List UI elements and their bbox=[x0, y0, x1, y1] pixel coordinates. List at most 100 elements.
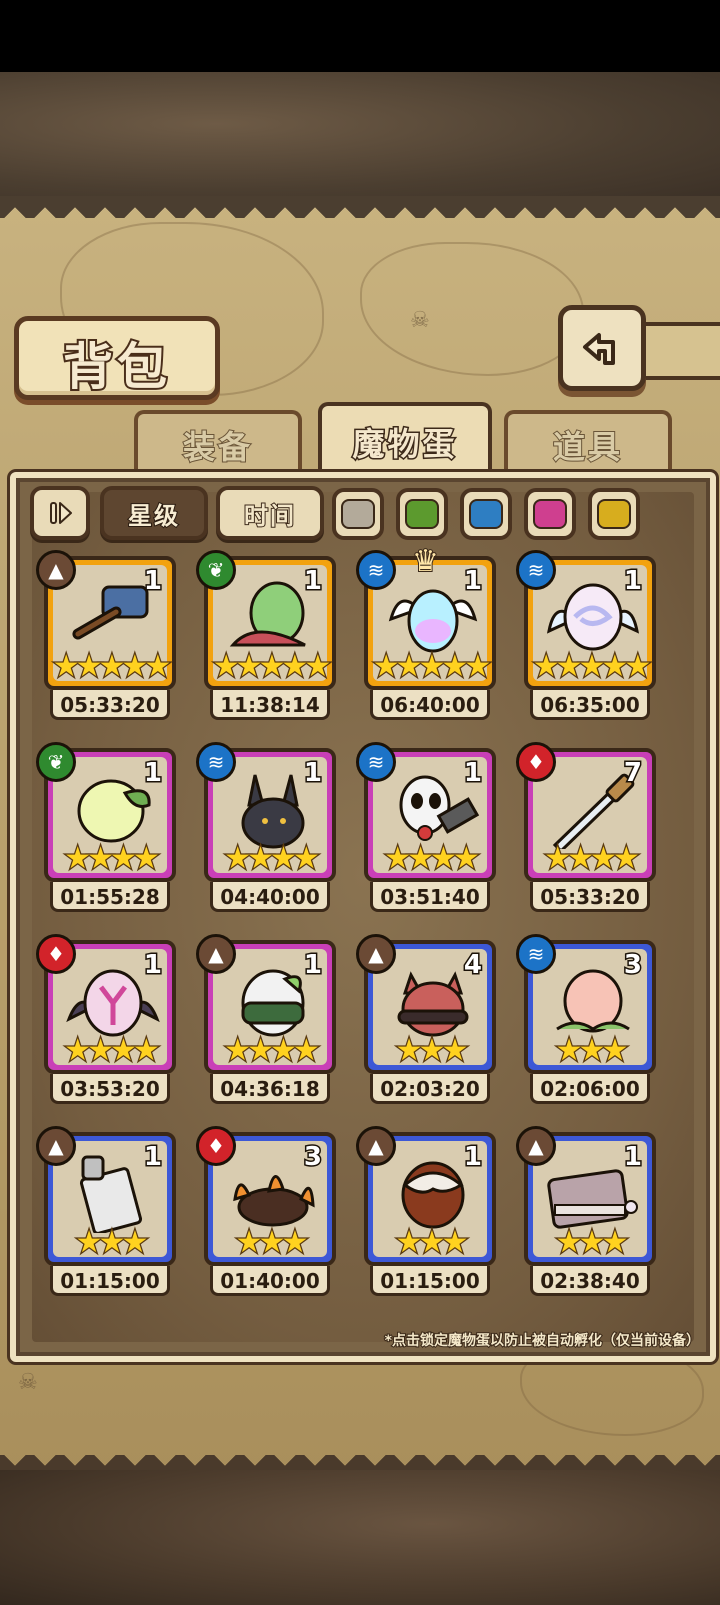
hatch-timer: 03:51:40 bbox=[370, 882, 490, 912]
skull-icon: ☠ bbox=[410, 308, 430, 333]
sort-by-star-label: 星级 bbox=[127, 501, 180, 531]
filter-swatch-3[interactable] bbox=[460, 488, 512, 540]
star-rating: ★★★ bbox=[394, 1225, 469, 1260]
hatch-timer: 05:33:20 bbox=[530, 882, 650, 912]
hatch-timer: 03:53:20 bbox=[50, 1074, 170, 1104]
hatch-timer: 06:35:00 bbox=[530, 690, 650, 720]
fire-element-icon: ♦ bbox=[516, 742, 556, 782]
earth-element-icon: ▲ bbox=[356, 934, 396, 974]
tab-equipment[interactable]: 装备 bbox=[134, 410, 302, 476]
tab-equipment-label: 装备 bbox=[182, 427, 253, 467]
star-rating: ★★★★★ bbox=[212, 649, 333, 684]
egg-card[interactable]: 1 ★★★ 01:15:00 ▲ bbox=[36, 1126, 176, 1302]
star-rating: ★★★★ bbox=[63, 841, 161, 876]
egg-card[interactable]: 4 ★★★ 02:03:20 ▲ bbox=[356, 934, 496, 1110]
hatch-timer: 04:40:00 bbox=[210, 882, 330, 912]
star-rating: ★★★ bbox=[74, 1225, 149, 1260]
earth-element-icon: ▲ bbox=[356, 1126, 396, 1166]
egg-count: 1 bbox=[462, 565, 483, 598]
header-bar bbox=[636, 322, 720, 380]
star-rating: ★★★★★ bbox=[532, 649, 653, 684]
egg-count: 1 bbox=[142, 949, 163, 982]
star-rating: ★★★ bbox=[554, 1033, 629, 1068]
star-rating: ★★★ bbox=[554, 1225, 629, 1260]
egg-card[interactable]: 1 ★★★★ 03:51:40 ≋ bbox=[356, 742, 496, 918]
egg-count: 1 bbox=[142, 1141, 163, 1174]
tab-items[interactable]: 道具 bbox=[504, 410, 672, 476]
tab-monster-eggs[interactable]: 魔物蛋 bbox=[318, 402, 492, 478]
star-rating: ★★★★★ bbox=[52, 649, 173, 684]
water-element-icon: ≋ bbox=[516, 934, 556, 974]
egg-card[interactable]: 1 ★★★★ 04:40:00 ≋ bbox=[196, 742, 336, 918]
egg-card[interactable]: 1 ★★★★ 01:55:28 ❦ bbox=[36, 742, 176, 918]
sort-by-time-label: 时间 bbox=[243, 501, 296, 531]
egg-count: 3 bbox=[622, 949, 643, 982]
hatch-timer: 05:33:20 bbox=[50, 690, 170, 720]
star-rating: ★★★★ bbox=[223, 841, 321, 876]
hatch-timer: 01:15:00 bbox=[370, 1266, 490, 1296]
filter-swatch-color bbox=[469, 499, 503, 529]
filter-swatch-color bbox=[533, 499, 567, 529]
hatch-timer: 11:38:14 bbox=[210, 690, 330, 720]
hatch-timer: 02:38:40 bbox=[530, 1266, 650, 1296]
filter-swatch-color bbox=[405, 499, 439, 529]
star-rating: ★★★ bbox=[394, 1033, 469, 1068]
background-top bbox=[0, 72, 720, 202]
egg-card[interactable]: 1 ★★★★★ 06:40:00 ≋ ♛ bbox=[356, 543, 496, 726]
filter-swatch-5[interactable] bbox=[588, 488, 640, 540]
filter-swatch-2[interactable] bbox=[396, 488, 448, 540]
egg-count: 1 bbox=[622, 565, 643, 598]
star-rating: ★★★★ bbox=[383, 841, 481, 876]
sort-by-time-button[interactable]: 时间 bbox=[216, 486, 324, 540]
egg-count: 1 bbox=[462, 1141, 483, 1174]
return-arrow-icon bbox=[583, 333, 615, 365]
egg-card[interactable]: 1 ★★★★★ 05:33:20 ▲ bbox=[36, 550, 176, 726]
sort-by-star-button[interactable]: 星级 bbox=[100, 486, 208, 540]
sort-toggle-icon bbox=[50, 502, 72, 524]
egg-count: 1 bbox=[302, 757, 323, 790]
torn-edge-top bbox=[0, 196, 720, 218]
egg-card[interactable]: 1 ★★★★★ 06:35:00 ≋ bbox=[516, 550, 656, 726]
filter-swatch-1[interactable] bbox=[332, 488, 384, 540]
fire-element-icon: ♦ bbox=[36, 934, 76, 974]
sort-order-button[interactable] bbox=[30, 486, 90, 540]
tab-items-label: 道具 bbox=[552, 427, 623, 467]
star-rating: ★★★★ bbox=[223, 1033, 321, 1068]
water-element-icon: ≋ bbox=[516, 550, 556, 590]
egg-card[interactable]: 1 ★★★ 02:38:40 ▲ bbox=[516, 1126, 656, 1302]
egg-count: 1 bbox=[142, 757, 163, 790]
egg-card[interactable]: 1 ★★★★ 03:53:20 ♦ bbox=[36, 934, 176, 1110]
lock-hint-note: *点击锁定魔物蛋以防止被自动孵化（仅当前设备） bbox=[384, 1332, 701, 1350]
hatch-timer: 02:03:20 bbox=[370, 1074, 490, 1104]
egg-count: 1 bbox=[302, 949, 323, 982]
egg-card[interactable]: 1 ★★★★★ 11:38:14 ❦ bbox=[196, 550, 336, 726]
egg-card[interactable]: 7 ★★★★ 05:33:20 ♦ bbox=[516, 742, 656, 918]
back-button[interactable] bbox=[558, 305, 646, 391]
egg-card[interactable]: 1 ★★★★ 04:36:18 ▲ bbox=[196, 934, 336, 1110]
crown-icon: ♛ bbox=[411, 543, 440, 580]
water-element-icon: ≋ bbox=[356, 742, 396, 782]
water-element-icon: ≋ bbox=[196, 742, 236, 782]
filter-swatch-color bbox=[597, 499, 631, 529]
egg-card[interactable]: 3 ★★★ 02:06:00 ≋ bbox=[516, 934, 656, 1110]
hatch-timer: 01:55:28 bbox=[50, 882, 170, 912]
nature-element-icon: ❦ bbox=[196, 550, 236, 590]
title-plate: 背包 bbox=[14, 316, 220, 400]
map-continent bbox=[360, 242, 584, 376]
egg-card[interactable]: 3 ★★★ 01:40:00 ♦ bbox=[196, 1126, 336, 1302]
nature-element-icon: ❦ bbox=[36, 742, 76, 782]
hatch-timer: 04:36:18 bbox=[210, 1074, 330, 1104]
filter-swatch-4[interactable] bbox=[524, 488, 576, 540]
earth-element-icon: ▲ bbox=[36, 550, 76, 590]
egg-count: 7 bbox=[622, 757, 643, 790]
egg-count: 1 bbox=[462, 757, 483, 790]
star-rating: ★★★★ bbox=[543, 841, 641, 876]
egg-card[interactable]: 1 ★★★ 01:15:00 ▲ bbox=[356, 1126, 496, 1302]
hatch-timer: 02:06:00 bbox=[530, 1074, 650, 1104]
background-bottom bbox=[0, 1470, 720, 1605]
status-bar bbox=[0, 0, 720, 72]
star-rating: ★★★★ bbox=[63, 1033, 161, 1068]
fire-element-icon: ♦ bbox=[196, 1126, 236, 1166]
egg-count: 1 bbox=[622, 1141, 643, 1174]
earth-element-icon: ▲ bbox=[196, 934, 236, 974]
